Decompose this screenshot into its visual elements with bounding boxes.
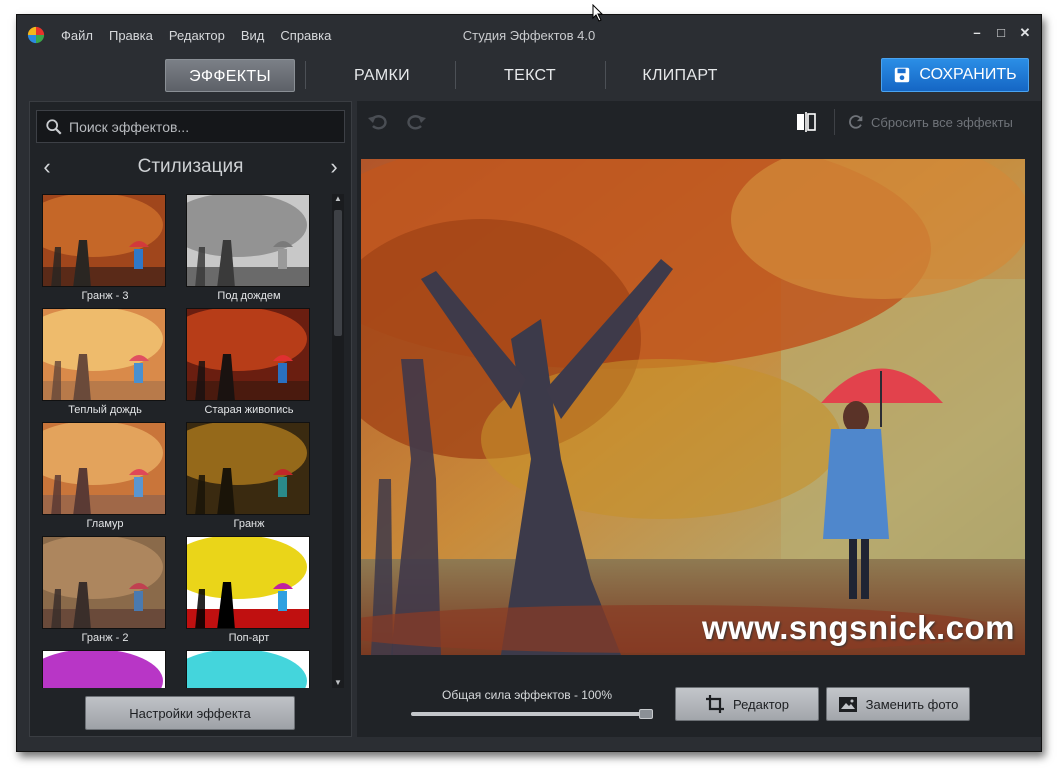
effect-label: Теплый дождь (68, 404, 142, 416)
mouse-cursor-icon (592, 4, 604, 22)
effect-rain[interactable]: Под дождем (186, 194, 312, 302)
reset-icon (849, 115, 863, 129)
search-icon (46, 118, 62, 135)
image-icon (838, 697, 857, 712)
effect-label: Гранж (233, 518, 265, 530)
tab-clipart[interactable]: КЛИПАРТ (615, 59, 745, 92)
crop-icon (706, 695, 725, 713)
tab-divider (605, 61, 606, 89)
menu-edit[interactable]: Правка (109, 28, 153, 43)
search-input[interactable] (69, 118, 339, 135)
effect-thumbnail (42, 650, 166, 688)
redo-icon[interactable] (405, 111, 427, 133)
effect-thumbnail (42, 308, 166, 401)
effect-label: Гранж - 3 (81, 290, 129, 302)
effect-label: Под дождем (217, 290, 281, 302)
category-next-button[interactable]: › (325, 154, 343, 180)
save-button[interactable]: СОХРАНИТЬ (881, 58, 1029, 92)
preview-image (361, 159, 1025, 655)
tab-frames[interactable]: РАМКИ (317, 59, 447, 92)
close-button[interactable]: ✕ (1019, 25, 1031, 41)
reset-effects-button[interactable]: Сбросить все эффекты (847, 113, 1013, 131)
editor-button-label: Редактор (733, 696, 789, 712)
menu-view[interactable]: Вид (241, 28, 265, 43)
scroll-up-arrow-icon[interactable]: ▲ (332, 194, 344, 204)
preview-toolbar: Сбросить все эффекты (357, 101, 1041, 143)
compare-icon[interactable] (795, 111, 817, 133)
watermark-text: www.sngsnick.com (701, 609, 1015, 646)
effect-cyan[interactable] (186, 650, 312, 688)
effect-grunge[interactable]: Гранж (186, 422, 312, 530)
tab-effects[interactable]: ЭФФЕКТЫ (165, 59, 295, 92)
effect-thumbnail (42, 536, 166, 629)
reset-effects-label: Сбросить все эффекты (871, 114, 1013, 130)
effect-old-painting[interactable]: Старая живопись (186, 308, 312, 416)
effect-thumbnail (186, 194, 310, 287)
effect-thumbnail (42, 194, 166, 287)
preview-panel: Сбросить все эффекты www.sngsnick.com Об… (357, 101, 1041, 737)
effects-strength-label: Общая сила эффектов - 100% (442, 688, 612, 702)
photo-preview[interactable]: www.sngsnick.com (361, 159, 1025, 655)
menu-file[interactable]: Файл (61, 28, 93, 43)
main-tabs: ЭФФЕКТЫ РАМКИ ТЕКСТ КЛИПАРТ СОХРАНИТЬ (17, 55, 1041, 105)
effect-label: Поп-арт (228, 632, 270, 644)
category-title: Стилизация (137, 156, 244, 177)
tab-divider (455, 61, 456, 89)
slider-handle[interactable] (639, 709, 653, 719)
title-bar: Файл Правка Редактор Вид Справка Студия … (17, 15, 1041, 55)
effect-grunge-2[interactable]: Гранж - 2 (42, 536, 168, 644)
app-logo-icon (27, 26, 45, 44)
tab-text[interactable]: ТЕКСТ (465, 59, 595, 92)
effect-thumbnail (186, 422, 310, 515)
effect-pop-art[interactable]: Поп-арт (186, 536, 312, 644)
effect-thumbnail (186, 536, 310, 629)
toolbar-divider (834, 109, 835, 135)
effects-search (36, 110, 345, 143)
effect-label: Гламур (86, 518, 124, 530)
effects-panel: ‹ Стилизация › Гранж - 3 Под дождем Тепл… (29, 101, 352, 737)
effect-grunge-3[interactable]: Гранж - 3 (42, 194, 168, 302)
effect-purple[interactable] (42, 650, 168, 688)
category-selector: ‹ Стилизация › (30, 150, 351, 184)
scrollbar-thumb[interactable] (334, 210, 342, 336)
effect-settings-button[interactable]: Настройки эффекта (85, 696, 295, 730)
effects-scrollbar[interactable]: ▲ ▼ (332, 194, 344, 688)
save-icon (895, 67, 910, 83)
effect-glamour[interactable]: Гламур (42, 422, 168, 530)
app-window: Файл Правка Редактор Вид Справка Студия … (16, 14, 1042, 752)
menu-editor[interactable]: Редактор (169, 28, 225, 43)
scroll-down-arrow-icon[interactable]: ▼ (332, 678, 344, 688)
effect-label: Старая живопись (204, 404, 294, 416)
undo-icon[interactable] (367, 111, 389, 133)
effect-warm-rain[interactable]: Теплый дождь (42, 308, 168, 416)
effect-thumbnail (42, 422, 166, 515)
slider-fill (411, 712, 647, 716)
editor-button[interactable]: Редактор (675, 687, 819, 721)
minimize-button[interactable]: – (971, 25, 983, 41)
replace-photo-label: Заменить фото (865, 696, 959, 712)
effects-grid: Гранж - 3 Под дождем Теплый дождь Старая… (42, 194, 320, 688)
effect-thumbnail (186, 308, 310, 401)
window-controls: – □ ✕ (971, 25, 1031, 41)
replace-photo-button[interactable]: Заменить фото (826, 687, 970, 721)
effect-label: Гранж - 2 (81, 632, 129, 644)
effects-strength-slider[interactable] (411, 709, 655, 719)
tab-divider (305, 61, 306, 89)
save-button-label: СОХРАНИТЬ (919, 66, 1017, 83)
menu-bar: Файл Правка Редактор Вид Справка (61, 28, 331, 43)
menu-help[interactable]: Справка (280, 28, 331, 43)
effect-thumbnail (186, 650, 310, 688)
maximize-button[interactable]: □ (995, 25, 1007, 41)
